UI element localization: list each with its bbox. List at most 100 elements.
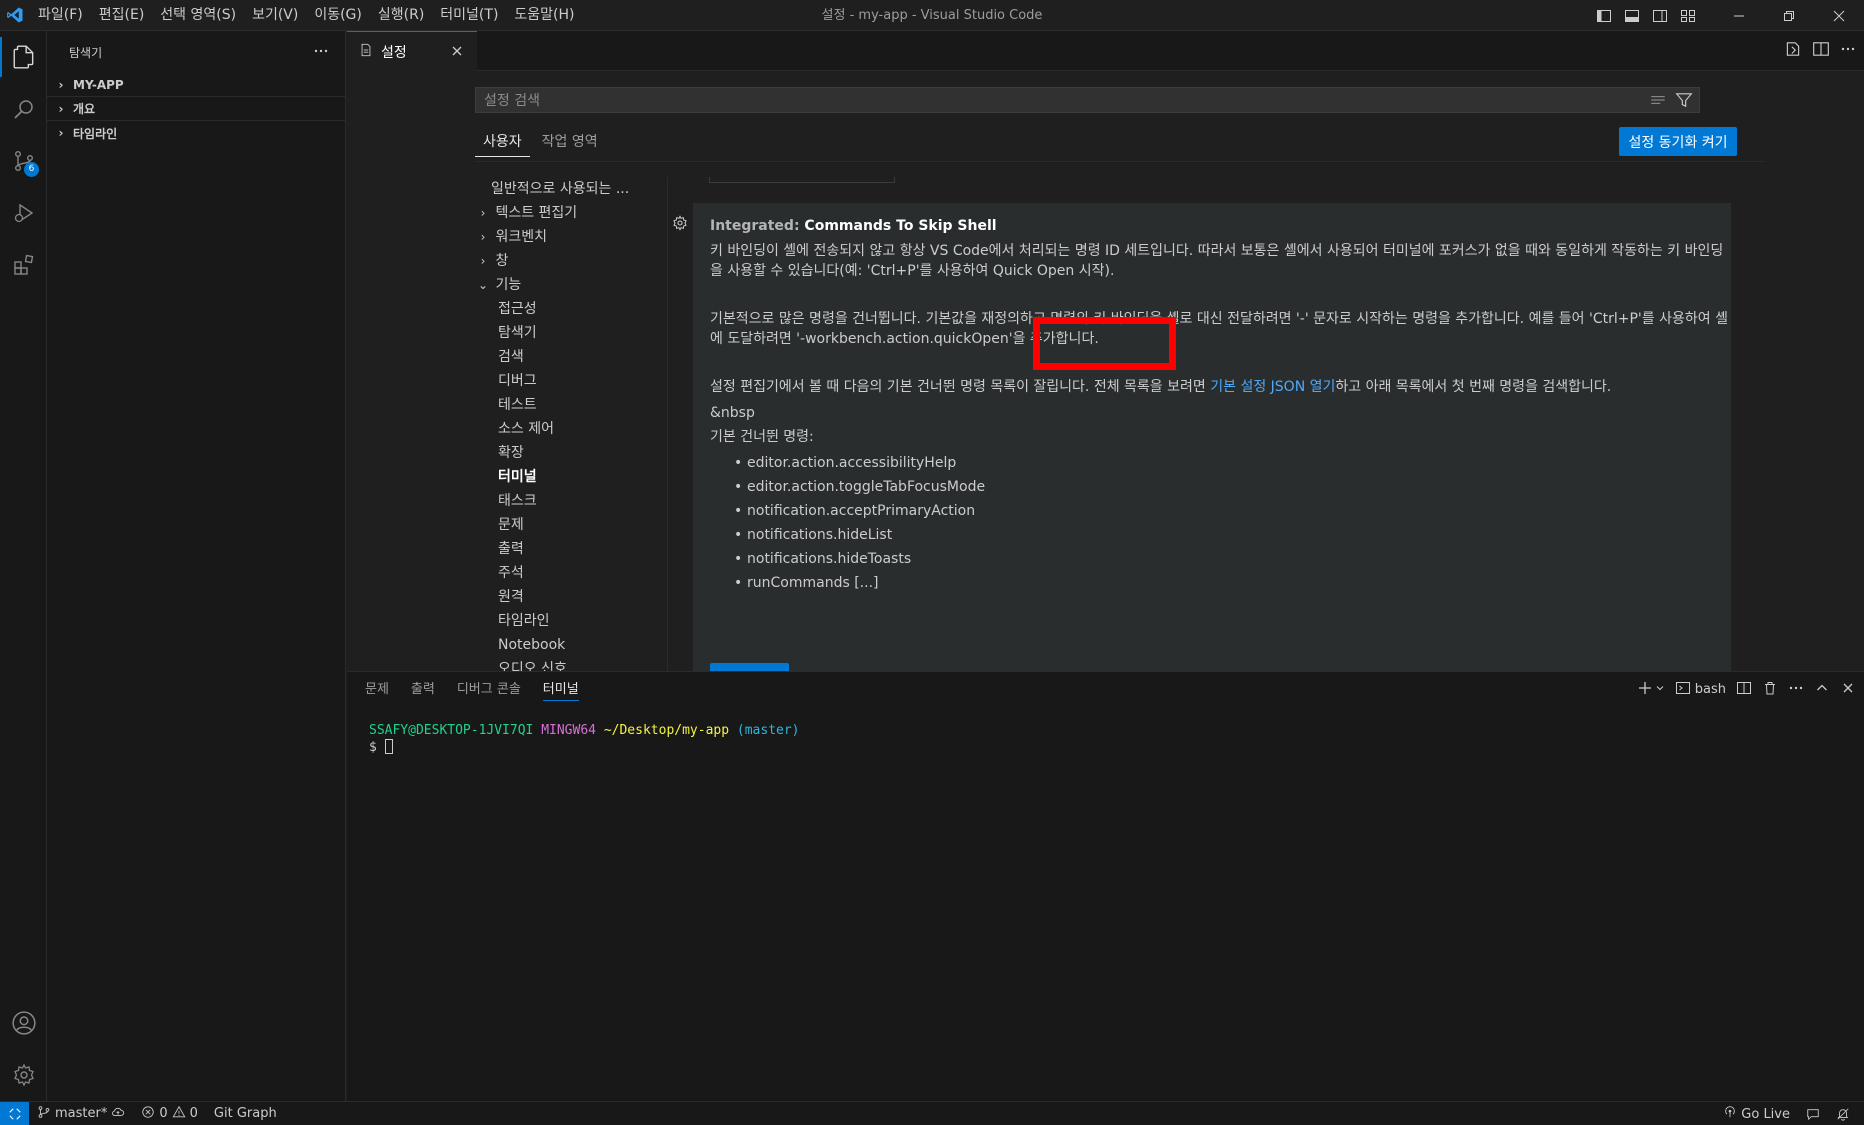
tab-workspace-settings[interactable]: 작업 영역	[534, 127, 606, 157]
split-terminal-icon[interactable]	[1736, 680, 1752, 700]
close-panel-icon[interactable]	[1840, 680, 1856, 700]
edit-in-settings-json-button[interactable]	[710, 663, 789, 671]
more-actions-icon[interactable]	[1840, 41, 1856, 61]
settings-scope-tabs: 사용자 작업 영역	[475, 127, 606, 157]
menu-go[interactable]: 이동(G)	[306, 0, 370, 31]
toc-item[interactable]: 터미널	[475, 465, 659, 489]
toc-item[interactable]: Notebook	[475, 633, 659, 657]
toc-item[interactable]: 출력	[475, 537, 659, 561]
git-branch-status[interactable]: master*	[29, 1102, 133, 1125]
toc-item[interactable]: 주석	[475, 561, 659, 585]
toc-item[interactable]: › 워크벤치	[475, 225, 659, 249]
search-icon[interactable]	[0, 83, 47, 135]
toc-item[interactable]: ⌄ 기능	[475, 273, 659, 297]
go-live-button[interactable]: Go Live	[1715, 1102, 1798, 1125]
feedback-icon[interactable]	[1798, 1102, 1828, 1125]
close-tab-icon[interactable]	[449, 43, 465, 63]
clear-filter-icon[interactable]	[1649, 91, 1667, 113]
search-placeholder: 설정 검색	[484, 93, 540, 109]
go-live-label: Go Live	[1741, 1106, 1790, 1122]
terminal-branch: (master)	[736, 723, 800, 738]
terminal-system: MINGW64	[541, 723, 596, 738]
close-window-icon[interactable]	[1814, 0, 1864, 31]
chevron-down-icon[interactable]	[1655, 682, 1665, 697]
toc-item[interactable]: 확장	[475, 441, 659, 465]
divider	[475, 161, 1765, 162]
sidebar-section-timeline[interactable]: › 타임라인	[47, 121, 345, 145]
tab-terminal[interactable]: 터미널	[537, 672, 585, 707]
open-default-settings-json-link[interactable]: 기본 설정 JSON 열기	[1210, 379, 1335, 395]
sidebar-section-my-app[interactable]: › MY-APP	[47, 73, 345, 97]
menu-help[interactable]: 도움말(H)	[506, 0, 582, 31]
bottom-panel: 문제 출력 디버그 콘솔 터미널 bash SSAFY@DESKTOP-1JVI…	[347, 671, 1864, 1101]
chevron-down-icon: ⌄	[477, 278, 489, 292]
git-graph-button[interactable]: Git Graph	[206, 1102, 285, 1125]
sidebar-section-outline[interactable]: › 개요	[47, 97, 345, 121]
toggle-secondary-sidebar-icon[interactable]	[1646, 0, 1674, 31]
kill-terminal-trash-icon[interactable]	[1762, 680, 1778, 700]
tab-problems[interactable]: 문제	[359, 672, 395, 707]
list-item: notifications.hideList	[734, 523, 1730, 547]
toc-item[interactable]: 탐색기	[475, 321, 659, 345]
menu-run[interactable]: 실행(R)	[370, 0, 432, 31]
tab-debug-console[interactable]: 디버그 콘솔	[451, 672, 527, 707]
customize-layout-icon[interactable]	[1674, 0, 1702, 31]
vscode-logo-icon[interactable]	[0, 0, 30, 31]
panel-tabs: 문제 출력 디버그 콘솔 터미널	[359, 672, 585, 707]
toggle-panel-icon[interactable]	[1618, 0, 1646, 31]
terminal-shell-selector[interactable]: bash	[1675, 680, 1726, 700]
menu-selection[interactable]: 선택 영역(S)	[152, 0, 244, 31]
toc-item[interactable]: 소스 제어	[475, 417, 659, 441]
source-control-icon[interactable]: 6	[0, 135, 47, 187]
tab-output[interactable]: 출력	[405, 672, 441, 707]
more-actions-icon[interactable]	[1788, 680, 1804, 700]
tab-settings[interactable]: 설정	[347, 31, 477, 71]
toggle-primary-sidebar-icon[interactable]	[1590, 0, 1618, 31]
menu-edit[interactable]: 편집(E)	[91, 0, 153, 31]
list-item: notifications.hideToasts	[734, 547, 1730, 571]
tab-user-settings[interactable]: 사용자	[475, 127, 530, 157]
extensions-icon[interactable]	[0, 239, 47, 291]
account-icon[interactable]	[0, 997, 47, 1049]
notifications-bell-icon[interactable]	[1828, 1102, 1858, 1125]
status-bar-right: Go Live	[1715, 1102, 1858, 1125]
run-debug-icon[interactable]	[0, 187, 47, 239]
turn-on-settings-sync-button[interactable]: 설정 동기화 켜기	[1619, 127, 1737, 156]
editor-actions	[1784, 31, 1856, 71]
problems-status[interactable]: 0 0	[133, 1102, 206, 1125]
remote-indicator-icon[interactable]	[0, 1101, 29, 1125]
menu-terminal[interactable]: 터미널(T)	[432, 0, 506, 31]
toc-item[interactable]: 일반적으로 사용되는 ...	[475, 177, 659, 201]
toc-item[interactable]: 원격	[475, 585, 659, 609]
split-editor-icon[interactable]	[1812, 40, 1830, 62]
toc-item[interactable]: › 창	[475, 249, 659, 273]
settings-search-input[interactable]: 설정 검색	[475, 87, 1700, 113]
maximize-panel-chevron-up-icon[interactable]	[1814, 680, 1830, 700]
toc-item[interactable]: 타임라인	[475, 609, 659, 633]
nbsp-text: &nbsp	[710, 405, 755, 421]
open-settings-json-icon[interactable]	[1784, 40, 1802, 62]
terminal-output[interactable]: SSAFY@DESKTOP-1JVI7QI MINGW64 ~/Desktop/…	[369, 722, 800, 756]
setting-gear-icon[interactable]	[672, 215, 688, 235]
toc-item[interactable]: 접근성	[475, 297, 659, 321]
filter-icon[interactable]	[1675, 91, 1693, 113]
menu-view[interactable]: 보기(V)	[244, 0, 306, 31]
toc-item-label: 기능	[495, 277, 522, 293]
new-terminal-plus-icon[interactable]	[1637, 680, 1653, 700]
toc-item[interactable]: 테스트	[475, 393, 659, 417]
toc-item[interactable]: › 텍스트 편집기	[475, 201, 659, 225]
minimize-icon[interactable]	[1714, 0, 1764, 31]
cloud-sync-icon[interactable]	[111, 1105, 125, 1123]
manage-gear-icon[interactable]	[0, 1049, 47, 1101]
toc-item[interactable]: 태스크	[475, 489, 659, 513]
restore-icon[interactable]	[1764, 0, 1814, 31]
explorer-icon[interactable]	[0, 31, 47, 83]
description-text: 설정 편집기에서 볼 때 다음의 기본 건너뛴 명령 목록이 잘립니다. 전체 …	[710, 379, 1211, 395]
toc-item[interactable]: 디버그	[475, 369, 659, 393]
toc-item[interactable]: 검색	[475, 345, 659, 369]
menu-file[interactable]: 파일(F)	[30, 0, 91, 31]
toc-item[interactable]: 문제	[475, 513, 659, 537]
more-actions-icon[interactable]	[313, 43, 329, 62]
list-item: runCommands [...]	[734, 571, 1730, 595]
toc-item[interactable]: 오디오 신호	[475, 657, 659, 671]
